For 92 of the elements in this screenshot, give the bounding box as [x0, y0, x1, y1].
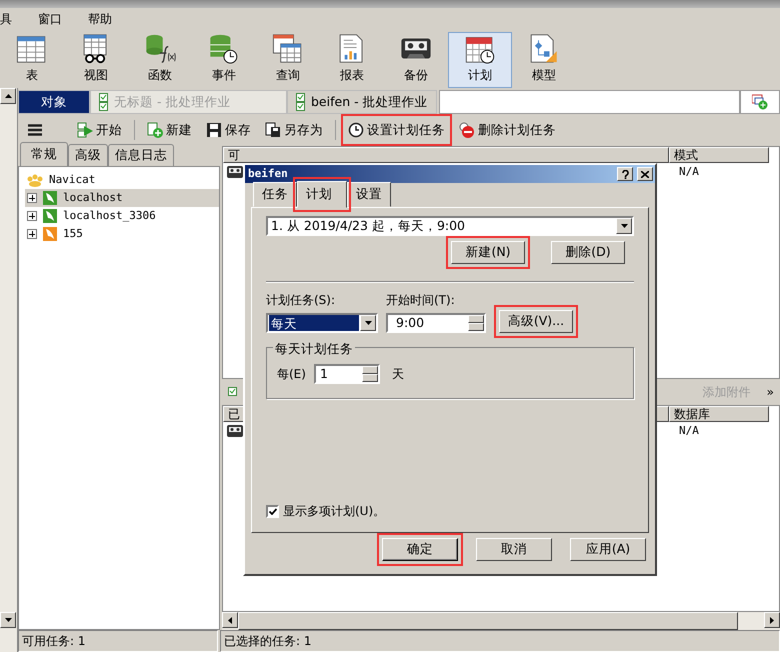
toolbar-button[interactable]: 开始 — [72, 116, 127, 144]
checkbox[interactable] — [266, 504, 279, 518]
play-icon — [77, 122, 93, 138]
checklist-icon — [99, 93, 108, 111]
connection-icon — [43, 227, 57, 241]
schedule-dropdown[interactable]: 1. 从 2019/4/23 起，每天，9:00 — [266, 216, 634, 236]
tree-item[interactable]: localhost — [25, 189, 219, 207]
field-label: 开始时间(T): — [386, 292, 456, 309]
schedule-type-dropdown[interactable]: 每天 — [266, 313, 378, 333]
more-button[interactable]: » — [766, 383, 774, 401]
ribbon-button[interactable]: 表 — [0, 32, 64, 88]
advanced-button[interactable]: 高级(V)... — [499, 310, 573, 333]
checklist-icon — [296, 93, 305, 111]
toolbar-button[interactable]: 另存为 — [260, 116, 328, 144]
panel-tab[interactable]: 高级 — [68, 144, 108, 166]
ribbon-button[interactable]: 视图 — [64, 32, 128, 88]
check-icon — [268, 508, 276, 514]
scroll-right-button[interactable] — [764, 612, 780, 628]
help-button[interactable] — [617, 167, 633, 181]
ribbon-button[interactable]: 报表 — [320, 32, 384, 88]
document-tab[interactable]: beifen - 批处理作业 — [287, 90, 437, 114]
panel-tab[interactable]: 常规 — [20, 142, 68, 166]
menu-item[interactable]: 帮助 — [88, 10, 112, 28]
down-arrow-icon — [4, 618, 12, 622]
field-label: 每(E) — [277, 366, 306, 383]
paw-icon — [27, 174, 43, 186]
menu-item[interactable]: 具 — [0, 10, 12, 28]
column-header[interactable]: 可 — [223, 147, 669, 163]
checkbox-label[interactable]: 显示多项计划(U)。 — [283, 502, 386, 520]
tree-item[interactable]: Navicat — [25, 171, 219, 189]
search-field[interactable] — [438, 90, 740, 114]
clock-icon — [348, 122, 364, 138]
tree-item[interactable]: localhost_3306 — [25, 207, 219, 225]
panel-tab[interactable]: 信息日志 — [108, 144, 174, 166]
add-button[interactable] — [740, 90, 780, 114]
dialog-button[interactable]: 新建(N) — [451, 241, 525, 264]
menu-item[interactable]: 窗口 — [38, 10, 62, 28]
toolbar-button[interactable]: 保存 — [201, 116, 256, 144]
expand-icon[interactable] — [27, 229, 37, 239]
scroll-left-button[interactable] — [222, 612, 238, 628]
help-icon — [622, 170, 628, 178]
cassette-icon — [227, 166, 243, 178]
remove-icon — [459, 122, 475, 138]
column-header[interactable]: 数据库 — [669, 406, 769, 422]
scroll-up-button[interactable] — [0, 88, 16, 104]
right-arrow-icon — [770, 616, 774, 624]
save-as-icon — [265, 122, 281, 138]
dialog-tab[interactable]: 设置 — [347, 182, 391, 207]
expand-icon[interactable] — [27, 193, 37, 203]
table-cell-text: N/A — [679, 164, 699, 180]
time-field[interactable]: 9:00 — [386, 313, 486, 333]
document-tab[interactable]: 对象 — [18, 90, 90, 114]
dialog-button[interactable]: 应用(A) — [570, 538, 646, 561]
connection-icon — [43, 209, 57, 223]
ribbon-button[interactable]: 备份 — [384, 32, 448, 88]
cassette-icon — [227, 425, 243, 437]
toolbar-button[interactable]: 删除计划任务 — [454, 116, 561, 144]
ribbon-button[interactable]: 事件 — [192, 32, 256, 88]
dialog-button[interactable]: 删除(D) — [551, 241, 625, 264]
interval-field[interactable]: 1 — [314, 364, 380, 384]
toolbar-button[interactable]: 新建 — [142, 116, 197, 144]
unit-label: 天 — [392, 366, 404, 383]
expand-icon[interactable] — [27, 211, 37, 221]
menu-icon[interactable] — [28, 124, 42, 136]
dialog-tab[interactable]: 任务 — [253, 182, 297, 207]
add-icon — [147, 122, 163, 138]
ribbon-button[interactable]: 查询 — [256, 32, 320, 88]
close-icon — [641, 170, 649, 178]
dialog-button[interactable]: 取消 — [476, 538, 552, 561]
dropdown-arrow-icon — [620, 224, 628, 228]
connection-icon — [43, 191, 57, 205]
dropdown-arrow-icon — [364, 321, 372, 325]
ribbon-button[interactable]: 函数 — [128, 32, 192, 88]
table-cell-text: N/A — [679, 422, 699, 439]
status-text: 可用任务: 1 — [18, 630, 218, 652]
scroll-down-button[interactable] — [0, 612, 16, 628]
save-icon — [206, 122, 222, 138]
up-arrow-icon — [4, 94, 12, 98]
ribbon-button[interactable]: 模型 — [512, 32, 576, 88]
column-header[interactable]: 模式 — [669, 147, 769, 163]
vertical-scrollbar[interactable] — [0, 88, 18, 652]
status-text: 已选择的任务: 1 — [220, 630, 780, 652]
left-arrow-icon — [228, 616, 232, 624]
ribbon-button[interactable]: 计划 — [448, 32, 512, 88]
field-label: 计划任务(S): — [266, 292, 336, 309]
toolbar-button[interactable]: 设置计划任务 — [343, 116, 450, 144]
add-table-icon — [752, 94, 768, 110]
dialog-button[interactable]: 确定 — [382, 538, 458, 561]
dialog-title: beifen — [248, 166, 288, 182]
checklist-icon — [228, 387, 238, 397]
tree-item[interactable]: 155 — [25, 225, 219, 243]
close-button[interactable] — [637, 167, 653, 181]
